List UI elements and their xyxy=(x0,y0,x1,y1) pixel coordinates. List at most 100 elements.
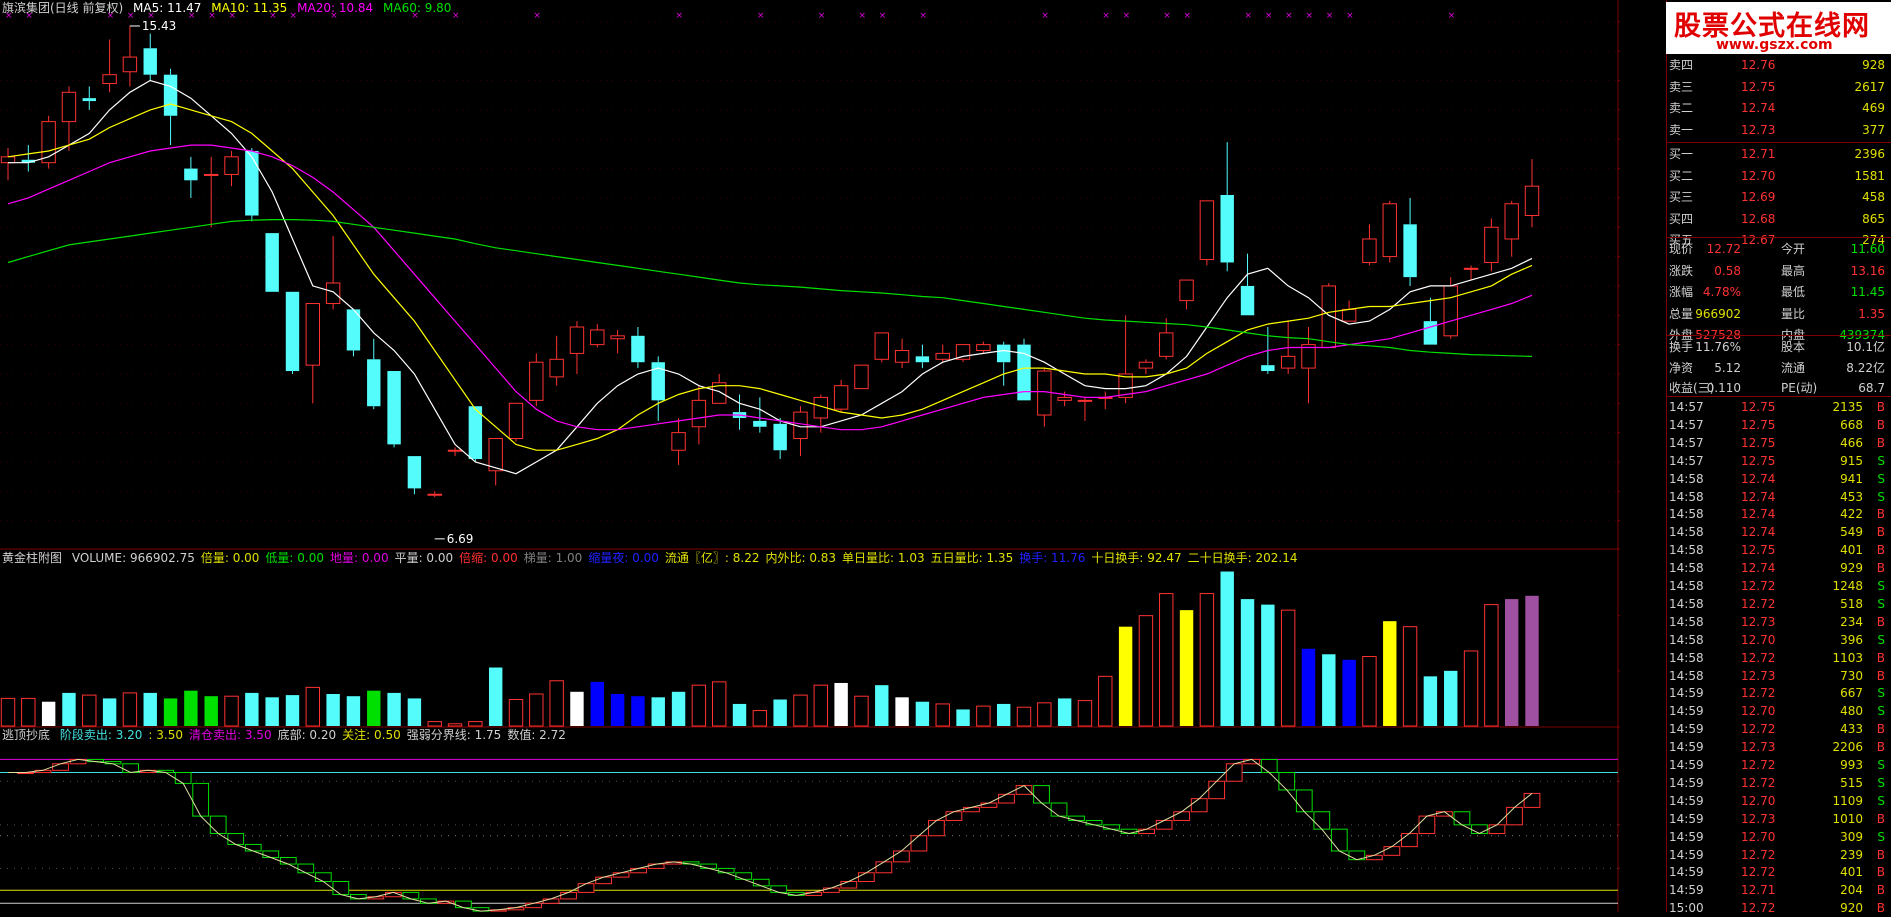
event-marker: × xyxy=(1184,11,1192,21)
event-marker: × xyxy=(818,11,826,21)
kline-chart[interactable]: 15.5015.0014.5014.0013.5013.0012.5012.00… xyxy=(0,0,1620,912)
event-marker: × xyxy=(1041,11,1049,21)
tick-side: B xyxy=(1876,740,1885,755)
quote-divider xyxy=(1666,237,1891,238)
ask-label: 卖一 xyxy=(1669,122,1694,137)
tick-time: 14:59 xyxy=(1669,686,1704,701)
candle-body-up xyxy=(61,91,77,123)
tick-volume: 401 xyxy=(1840,543,1863,558)
volume-bar xyxy=(854,695,869,727)
bid-label: 买四 xyxy=(1669,211,1694,226)
volume-bar xyxy=(62,692,76,726)
tick-price: 12.73 xyxy=(1741,811,1776,826)
low-label: 6.69 xyxy=(447,532,474,546)
tick-time: 14:58 xyxy=(1669,507,1704,522)
volume-bar xyxy=(1280,609,1296,727)
candle-body-down xyxy=(143,48,157,75)
tick-time: 14:58 xyxy=(1669,650,1704,665)
volume-bar xyxy=(529,693,544,727)
indicator-box xyxy=(700,863,718,869)
volume-bar xyxy=(427,721,442,727)
tick-price: 12.74 xyxy=(1741,507,1776,522)
candle-body-up xyxy=(1504,203,1519,240)
tick-time: 14:59 xyxy=(1669,829,1704,844)
info-row: 净资 5.12 流通 8.22亿 xyxy=(1669,359,1891,377)
bid-volume: 865 xyxy=(1862,211,1885,226)
tick-volume: 993 xyxy=(1840,758,1863,772)
indicator-box xyxy=(945,811,963,821)
candle-body-down xyxy=(773,423,787,451)
candle-body-down xyxy=(468,406,483,460)
volume-bar xyxy=(367,690,381,726)
indicator-box xyxy=(1278,772,1296,791)
stat-value: 12.72 xyxy=(1706,242,1741,256)
event-marker: × xyxy=(1305,11,1313,21)
volume-bar xyxy=(1016,706,1032,727)
volume-header: 黄金柱附图 VOLUME: 966902.75 倍量: 0.00 低量: 0.00 地… xyxy=(2,551,1310,565)
indicator-header-item-6: 数值: 2.72 xyxy=(507,728,566,742)
volume-panel-title: 黄金柱附图 xyxy=(2,551,63,565)
volume-bar xyxy=(773,699,787,726)
volume-header-item-0: VOLUME: 966902.75 xyxy=(71,551,195,565)
tick-price: 12.71 xyxy=(1741,883,1776,898)
quote-divider xyxy=(1666,335,1891,336)
event-marker: × xyxy=(533,11,541,21)
tick-side: B xyxy=(1876,561,1885,576)
ask-price: 12.76 xyxy=(1741,58,1776,72)
candle-body-up xyxy=(1057,396,1072,401)
volume-bar xyxy=(224,695,239,727)
tick-volume: 2206 xyxy=(1832,740,1863,755)
candle-body-up xyxy=(305,303,321,366)
indicator-box xyxy=(1138,828,1156,835)
indicator-box xyxy=(892,850,910,863)
stat-row: 涨跌 0.58 最高 13.16 xyxy=(1669,262,1891,280)
stat-label: 现价 xyxy=(1669,242,1694,256)
volume-bar xyxy=(1037,702,1052,727)
watermark-url: www.gszx.com xyxy=(1716,37,1833,53)
tick-side: S xyxy=(1877,758,1885,772)
tick-side: B xyxy=(1876,668,1885,683)
volume-bar xyxy=(387,692,401,726)
tick-time: 14:59 xyxy=(1669,775,1704,790)
candle-body-up xyxy=(1037,370,1052,416)
ask-row: 卖四 12.76 928 xyxy=(1669,56,1891,74)
volume-bar xyxy=(935,703,950,727)
indicator-header-item-3: 底部: 0.20 xyxy=(277,728,337,742)
candle-body-up xyxy=(1341,308,1357,322)
volume-bar xyxy=(834,682,848,726)
indicator-box xyxy=(910,835,928,852)
tick-volume: 518 xyxy=(1840,596,1863,611)
chart-area[interactable]: 15.5015.0014.5014.0013.5013.0012.5012.00… xyxy=(0,0,1620,912)
candle-body-up xyxy=(508,402,524,440)
indicator-box xyxy=(1190,798,1208,813)
candle-body-up xyxy=(427,493,442,496)
tick-side: B xyxy=(1876,811,1885,826)
stat-label: 涨跌 xyxy=(1669,263,1694,278)
indicator-box xyxy=(1400,833,1418,848)
volume-bar xyxy=(651,697,665,726)
indicator-box xyxy=(1120,828,1138,835)
candle-body-up xyxy=(102,74,117,84)
tick-row: 14:58 12.73 730 B xyxy=(1669,667,1891,685)
tick-row: 14:58 12.72 1248 S xyxy=(1669,577,1891,595)
event-marker: × xyxy=(919,11,927,21)
tick-volume: 204 xyxy=(1840,883,1863,898)
tick-time: 14:58 xyxy=(1669,614,1704,629)
indicator-box xyxy=(1488,824,1506,835)
indicator-header-item-0: 阶段卖出: 3.20 xyxy=(59,728,143,742)
tick-side: B xyxy=(1876,435,1885,450)
volume-bar xyxy=(915,701,930,726)
volume-header-item-5: 倍缩: 0.00 xyxy=(459,551,518,565)
indicator-header-item-5: 强弱分界线: 1.75 xyxy=(406,728,502,742)
tick-side: S xyxy=(1877,775,1885,790)
volume-bar xyxy=(508,699,524,727)
event-marker: × xyxy=(1123,11,1131,21)
ma-line-ma10 xyxy=(7,103,1533,451)
tick-volume: 920 xyxy=(1840,901,1863,916)
indicator-box xyxy=(402,891,420,900)
indicator-box xyxy=(998,793,1015,804)
tick-side: B xyxy=(1876,847,1885,862)
tick-volume: 466 xyxy=(1840,435,1863,450)
bid-price: 12.71 xyxy=(1741,147,1776,161)
candle-body-down xyxy=(1423,321,1438,345)
